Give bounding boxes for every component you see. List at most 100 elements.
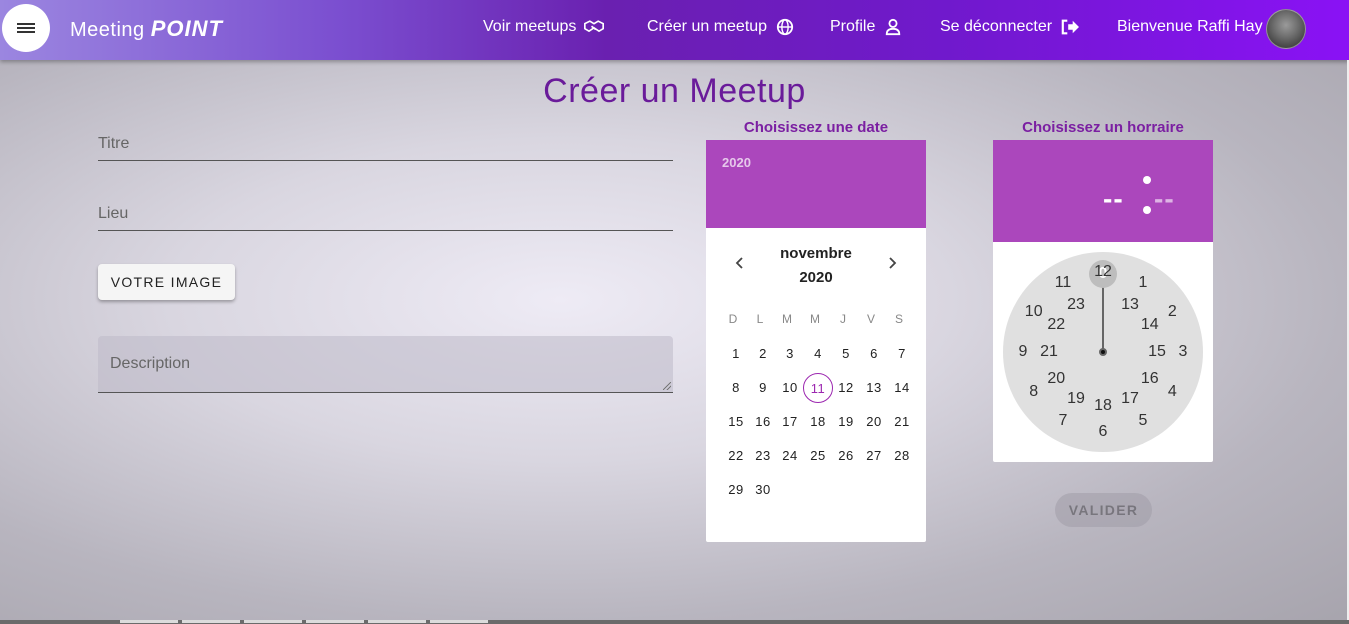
nav-voir-meetups[interactable]: Voir meetups: [483, 18, 605, 36]
day-cell[interactable]: 20: [859, 407, 889, 437]
clock-number[interactable]: 11: [1051, 273, 1075, 293]
clock-number[interactable]: 7: [1051, 411, 1075, 431]
day-cell[interactable]: 12: [831, 373, 861, 403]
clock-number[interactable]: 19: [1064, 389, 1088, 409]
day-cell[interactable]: 22: [721, 441, 751, 471]
nav-label: Se déconnecter: [940, 18, 1053, 35]
date-picker-year[interactable]: 2020: [722, 155, 751, 170]
weekday-header: V: [866, 312, 875, 326]
clock-number[interactable]: 6: [1091, 422, 1115, 442]
day-cell[interactable]: 29: [721, 475, 751, 505]
chevron-right-icon[interactable]: [884, 255, 900, 271]
day-cell[interactable]: 13: [859, 373, 889, 403]
avatar[interactable]: [1266, 9, 1306, 49]
clock-number[interactable]: 14: [1138, 315, 1162, 335]
hamburger-icon: [17, 21, 35, 35]
app-bar: Meeting POINT Voir meetups Créer un meet…: [0, 0, 1349, 60]
day-cell[interactable]: 3: [775, 339, 805, 369]
lieu-field[interactable]: Lieu: [98, 200, 673, 231]
menu-button[interactable]: [2, 4, 50, 52]
clock-number[interactable]: 5: [1131, 411, 1155, 431]
clock-number[interactable]: 10: [1022, 302, 1046, 322]
welcome-text: Bienvenue Raffi Hay: [1117, 18, 1263, 35]
day-cell[interactable]: 16: [748, 407, 778, 437]
day-cell[interactable]: 26: [831, 441, 861, 471]
nav-label: Profile: [830, 18, 876, 35]
minutes-display[interactable]: --: [1154, 183, 1175, 215]
weekday-header: J: [840, 312, 846, 326]
clock-number[interactable]: 22: [1044, 315, 1068, 335]
clock-hand: [1102, 287, 1104, 352]
weekday-header: S: [894, 312, 903, 326]
time-section-label: Choisissez un horraire: [1022, 119, 1184, 136]
day-cell[interactable]: 27: [859, 441, 889, 471]
valider-button[interactable]: VALIDER: [1055, 493, 1152, 527]
clock-number[interactable]: 1: [1131, 273, 1155, 293]
day-cell[interactable]: 24: [775, 441, 805, 471]
date-picker-header: 2020: [706, 140, 926, 228]
clock-number[interactable]: 18: [1091, 396, 1115, 416]
clock-number[interactable]: 21: [1037, 342, 1061, 362]
clock-number[interactable]: 4: [1160, 382, 1184, 402]
weekday-header: M: [782, 312, 792, 326]
day-cell[interactable]: 5: [831, 339, 861, 369]
clock-number[interactable]: 8: [1022, 382, 1046, 402]
nav-label: Créer un meetup: [647, 18, 768, 35]
handshake-icon: [584, 20, 605, 33]
clock-number[interactable]: 12: [1091, 262, 1115, 282]
image-upload-button[interactable]: VOTRE IMAGE: [98, 264, 235, 300]
day-cell-today[interactable]: 11: [803, 373, 833, 403]
nav-profile[interactable]: Profile: [830, 18, 903, 36]
day-cell[interactable]: 2: [748, 339, 778, 369]
day-cell[interactable]: 25: [803, 441, 833, 471]
date-picker: 2020 novembre 2020 DLMMJVS 1 2 3 4 5 6 7 8 9 10 11…: [706, 140, 926, 542]
day-cell[interactable]: 6: [859, 339, 889, 369]
clock-number[interactable]: 9: [1011, 342, 1035, 362]
clock-number[interactable]: 20: [1044, 369, 1068, 389]
day-cell[interactable]: 10: [775, 373, 805, 403]
clock-number[interactable]: 17: [1118, 389, 1142, 409]
clock-face[interactable]: 0 12 1 2 3 4 5 6 7 8 9 10 11 13 14 15 16 17 18 19 20 21 22 23: [1003, 252, 1203, 452]
resize-handle-icon[interactable]: [663, 382, 671, 390]
day-cell[interactable]: 1: [721, 339, 751, 369]
weekday-header: D: [728, 312, 738, 326]
day-cell[interactable]: 30: [748, 475, 778, 505]
day-cell[interactable]: 28: [887, 441, 917, 471]
day-cell[interactable]: 14: [887, 373, 917, 403]
day-cell[interactable]: 15: [721, 407, 751, 437]
date-section-label: Choisissez une date: [743, 119, 889, 136]
hours-display[interactable]: --: [1103, 183, 1124, 215]
brand-text: Meeting: [70, 19, 145, 41]
day-cell[interactable]: 4: [803, 339, 833, 369]
day-cell[interactable]: 18: [803, 407, 833, 437]
titre-label: Titre: [98, 135, 130, 152]
clock-number[interactable]: 2: [1160, 302, 1184, 322]
globe-icon: [776, 18, 794, 36]
weekday-header: L: [756, 312, 764, 326]
taskbar: [0, 620, 1349, 624]
day-cell[interactable]: 7: [887, 339, 917, 369]
day-cell[interactable]: 8: [721, 373, 751, 403]
day-cell[interactable]: 19: [831, 407, 861, 437]
time-colon: [1143, 176, 1151, 216]
nav-logout[interactable]: Se déconnecter: [940, 18, 1080, 36]
description-label: Description: [110, 355, 191, 372]
day-cell[interactable]: 17: [775, 407, 805, 437]
nav-label: Voir meetups: [483, 18, 577, 35]
user-icon: [886, 18, 901, 36]
nav-creer-meetup[interactable]: Créer un meetup: [647, 18, 795, 36]
clock-number[interactable]: 23: [1064, 295, 1088, 315]
day-cell[interactable]: 23: [748, 441, 778, 471]
clock-number[interactable]: 13: [1118, 295, 1142, 315]
description-textarea[interactable]: Description: [98, 336, 673, 393]
clock-number[interactable]: 3: [1171, 342, 1195, 362]
time-picker: -- -- 0 12 1 2 3 4 5 6 7 8 9 10 11 13 14 15 16 17 18 19 20 2…: [993, 140, 1213, 462]
titre-field[interactable]: Titre: [98, 130, 673, 161]
day-cell[interactable]: 21: [887, 407, 917, 437]
day-cell[interactable]: 9: [748, 373, 778, 403]
clock-number[interactable]: 15: [1145, 342, 1169, 362]
lieu-label: Lieu: [98, 205, 129, 222]
clock-number[interactable]: 16: [1138, 369, 1162, 389]
logout-icon: [1061, 19, 1080, 35]
brand-logo[interactable]: Meeting POINT: [70, 16, 223, 42]
